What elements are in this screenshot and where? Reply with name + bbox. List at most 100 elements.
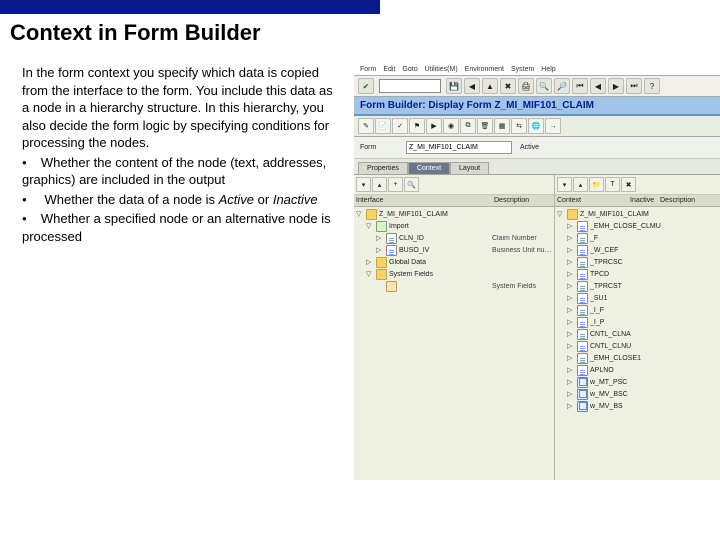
- field-icon: [577, 365, 588, 376]
- bullet-2: Whether the data of a node is Active or …: [22, 191, 342, 209]
- context-node[interactable]: ▷TPCD: [557, 268, 718, 280]
- enter-icon[interactable]: ✔: [358, 78, 374, 94]
- save-icon[interactable]: 💾: [446, 78, 462, 94]
- context-node[interactable]: ▷CNTL_CLNU: [557, 340, 718, 352]
- context-node[interactable]: ▷_TPRCST: [557, 280, 718, 292]
- back-icon[interactable]: ◀: [464, 78, 480, 94]
- context-toolbar: ▾ ▴ 📁 T ✖: [555, 175, 720, 195]
- copy-icon[interactable]: ⧉: [460, 118, 476, 134]
- context-node[interactable]: ▷_SU1: [557, 292, 718, 304]
- create-folder-icon[interactable]: 📁: [589, 177, 604, 192]
- where-used-icon[interactable]: ◉: [443, 118, 459, 134]
- cancel-icon[interactable]: ✖: [500, 78, 516, 94]
- context-node[interactable]: ▷w_MT_PSC: [557, 376, 718, 388]
- collapse-all-icon[interactable]: ▴: [372, 177, 387, 192]
- sap-window: Form Edit Goto Utilities(M) Environment …: [354, 64, 720, 480]
- menu-bar: Form Edit Goto Utilities(M) Environment …: [354, 64, 720, 76]
- col-interface: Interface: [356, 197, 494, 204]
- form-label: Form: [360, 144, 398, 151]
- search-tree-icon[interactable]: 🔍: [404, 177, 419, 192]
- first-page-icon[interactable]: ⏮: [572, 78, 588, 94]
- activate-icon[interactable]: ⚑: [409, 118, 425, 134]
- field-icon: [577, 329, 588, 340]
- field-icon: [577, 293, 588, 304]
- collapse-all-icon[interactable]: ▴: [573, 177, 588, 192]
- create-node-icon[interactable]: +: [388, 177, 403, 192]
- expand-all-icon[interactable]: ▾: [557, 177, 572, 192]
- context-node[interactable]: ▷_I_P: [557, 316, 718, 328]
- field-icon: [577, 245, 588, 256]
- context-tree: ▽ Z_MI_MIF101_CLAIM ▷_EMH_CLOSE_CLMU▷_F▷…: [555, 207, 720, 413]
- menu-environment[interactable]: Environment: [465, 66, 504, 73]
- tree-node-busoiv[interactable]: ▷ BUSO_IVBusiness Unit number: [356, 244, 552, 256]
- tree-node-import[interactable]: ▽ Import: [356, 220, 552, 232]
- table-icon: [577, 377, 588, 388]
- tab-properties[interactable]: Properties: [358, 162, 408, 174]
- context-node[interactable]: ▷CNTL_CLNA: [557, 328, 718, 340]
- context-node[interactable]: ▷_F: [557, 232, 718, 244]
- menu-system[interactable]: System: [511, 66, 534, 73]
- help-icon[interactable]: ?: [644, 78, 660, 94]
- context-column-header: Context Inactive Description: [555, 195, 720, 207]
- test-icon[interactable]: ▶: [426, 118, 442, 134]
- slide-body: In the form context you specify which da…: [0, 64, 354, 247]
- active-status: Active: [520, 144, 539, 151]
- context-node[interactable]: ▷_TPRCSC: [557, 256, 718, 268]
- tab-layout[interactable]: Layout: [450, 162, 489, 174]
- field-icon: [577, 341, 588, 352]
- find-icon[interactable]: 🔍: [536, 78, 552, 94]
- field-icon: [386, 245, 397, 256]
- menu-goto[interactable]: Goto: [402, 66, 417, 73]
- table-icon: [577, 401, 588, 412]
- menu-help[interactable]: Help: [541, 66, 555, 73]
- translate-icon[interactable]: 🌐: [528, 118, 544, 134]
- tree-node-sysfields-item[interactable]: System Fields: [356, 280, 552, 292]
- context-tree-pane: ▾ ▴ 📁 T ✖ Context Inactive Description ▽…: [555, 175, 720, 480]
- interface-icon[interactable]: ⇆: [511, 118, 527, 134]
- field-icon: [577, 221, 588, 232]
- context-node[interactable]: ▷_EMH_CLOSE1: [557, 352, 718, 364]
- field-icon: [577, 257, 588, 268]
- context-node[interactable]: ▷_I_F: [557, 304, 718, 316]
- tab-context[interactable]: Context: [408, 162, 450, 174]
- interface-root[interactable]: ▽ Z_MI_MIF101_CLAIM: [356, 208, 552, 220]
- print-icon[interactable]: 🖨: [518, 78, 534, 94]
- system-icon: [386, 281, 397, 292]
- delete-node-icon[interactable]: ✖: [621, 177, 636, 192]
- context-root[interactable]: ▽ Z_MI_MIF101_CLAIM: [557, 208, 718, 220]
- form-name-input[interactable]: [406, 141, 512, 154]
- menu-form[interactable]: Form: [360, 66, 376, 73]
- field-icon: [577, 353, 588, 364]
- exit-icon[interactable]: ▲: [482, 78, 498, 94]
- check-icon[interactable]: ✓: [392, 118, 408, 134]
- context-node[interactable]: ▷w_MV_BSC: [557, 388, 718, 400]
- context-node[interactable]: ▷_W_CEF: [557, 244, 718, 256]
- context-node[interactable]: ▷APLNO: [557, 364, 718, 376]
- slide-title: Context in Form Builder: [10, 20, 720, 46]
- interface-tree: ▽ Z_MI_MIF101_CLAIM ▽ Import ▷ CLN_IDCla…: [354, 207, 554, 293]
- last-page-icon[interactable]: ⏭: [626, 78, 642, 94]
- context-node[interactable]: ▷_EMH_CLOSE_CLMU: [557, 220, 718, 232]
- goto-icon[interactable]: →: [545, 118, 561, 134]
- create-text-icon[interactable]: T: [605, 177, 620, 192]
- tree-node-globaldata[interactable]: ▷ Global Data: [356, 256, 552, 268]
- prev-page-icon[interactable]: ◀: [590, 78, 606, 94]
- form-painter-icon[interactable]: ▦: [494, 118, 510, 134]
- delete-icon[interactable]: 🗑: [477, 118, 493, 134]
- form-name-row: Form Active: [354, 137, 720, 159]
- screen-title: Form Builder: Display Form Z_MI_MIF101_C…: [354, 97, 720, 116]
- tree-node-systemfields[interactable]: ▽ System Fields: [356, 268, 552, 280]
- menu-utilities[interactable]: Utilities(M): [425, 66, 458, 73]
- expand-all-icon[interactable]: ▾: [356, 177, 371, 192]
- other-object-icon[interactable]: 📄: [375, 118, 391, 134]
- tree-node-clnid[interactable]: ▷ CLN_IDClaim Number: [356, 232, 552, 244]
- col-desc-right: Description: [660, 197, 718, 204]
- display-change-icon[interactable]: ✎: [358, 118, 374, 134]
- field-icon: [577, 317, 588, 328]
- context-node[interactable]: ▷w_MV_BS: [557, 400, 718, 412]
- next-page-icon[interactable]: ▶: [608, 78, 624, 94]
- menu-edit[interactable]: Edit: [383, 66, 395, 73]
- tabstrip: Properties Context Layout: [354, 159, 720, 174]
- transaction-code-input[interactable]: [379, 79, 441, 93]
- find-next-icon[interactable]: 🔎: [554, 78, 570, 94]
